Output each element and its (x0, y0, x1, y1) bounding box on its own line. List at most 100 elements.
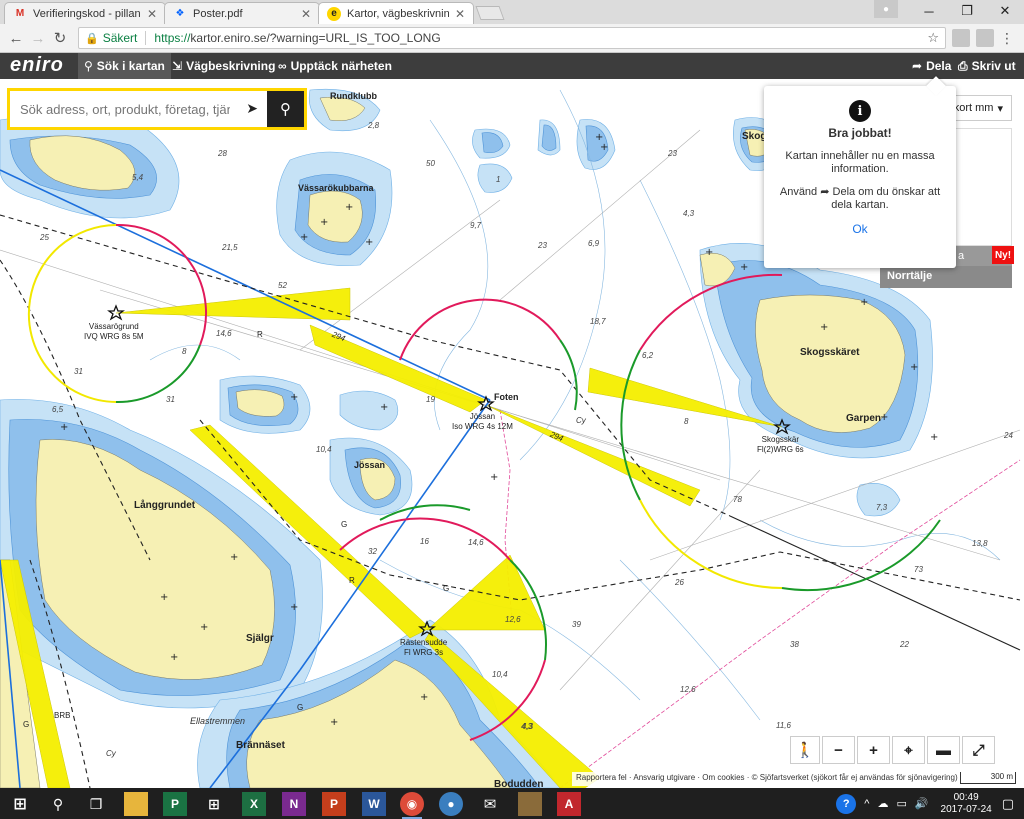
search-input[interactable] (20, 101, 230, 117)
close-icon[interactable]: ✕ (455, 7, 465, 21)
place-label[interactable]: Skog (742, 131, 766, 142)
help-icon[interactable]: ? (836, 793, 857, 814)
tab-gmail[interactable]: M Verifieringskod - pillan25 ✕ (4, 2, 166, 24)
search-button[interactable]: ⚲ (267, 91, 304, 127)
word-icon[interactable]: W (362, 792, 386, 816)
url-text: kartor.eniro.se/?warning=URL_IS_TOO_LONG (190, 31, 441, 45)
fullscreen-button[interactable]: ⤢ (962, 736, 995, 764)
onenote-icon[interactable]: N (282, 792, 306, 816)
buoy-label[interactable]: G (341, 520, 347, 529)
buoy-label[interactable]: R (257, 330, 263, 339)
ok-button[interactable]: Ok (764, 222, 956, 236)
depth-label: 11,6 (776, 721, 791, 730)
buoy-label[interactable]: Cy (106, 749, 116, 758)
maximize-icon[interactable]: ❐ (948, 0, 986, 22)
publisher-icon[interactable]: P (163, 792, 187, 816)
acrobat-icon[interactable]: A (557, 792, 581, 816)
buoy-label[interactable]: R (349, 576, 355, 585)
cloud-icon[interactable]: ☁ (877, 797, 888, 810)
nav-vagbeskrivning[interactable]: ⇲ Vägbeskrivning (166, 53, 281, 79)
zoom-out-button[interactable]: − (822, 736, 855, 764)
buoy-label[interactable]: BRB (54, 711, 70, 720)
new-tab-button[interactable] (475, 6, 505, 20)
zoom-in-button[interactable]: + (857, 736, 890, 764)
place-label[interactable]: Garpen (846, 413, 881, 424)
notifications-icon[interactable]: ▢ (1002, 796, 1014, 812)
buoy-label[interactable]: G (443, 584, 449, 593)
buoy-label[interactable]: Cy (576, 416, 586, 425)
store-icon[interactable]: ⊞ (202, 792, 226, 816)
network-icon[interactable]: ▭ (896, 797, 906, 810)
map-type-label: kort mm (953, 102, 994, 114)
search-icon[interactable]: ⚲ (46, 792, 70, 816)
light-label[interactable]: Skogsskär Fl(2)WRG 6s (757, 435, 804, 455)
chrome-icon[interactable]: ◉ (400, 792, 424, 819)
route-icon: ⇲ (172, 59, 183, 73)
forward-icon[interactable]: → (28, 28, 48, 48)
tab-poster-pdf[interactable]: ❖ Poster.pdf ✕ (164, 2, 320, 24)
back-icon[interactable]: ← (6, 28, 26, 48)
light-label[interactable]: Jössan Iso WRG 4s 12M (452, 412, 513, 432)
extension-icon[interactable] (976, 29, 994, 47)
svg-text:+: + (820, 322, 828, 333)
minimize-icon[interactable]: ─ (910, 0, 948, 22)
print-button[interactable]: ⎙ Skriv ut (952, 53, 1022, 79)
profile-icon[interactable]: ● (874, 0, 898, 18)
close-icon[interactable]: ✕ (301, 7, 311, 21)
file-explorer-icon[interactable] (124, 792, 148, 816)
mail-icon[interactable]: ✉ (478, 792, 502, 816)
popover-suffix: Dela om du önskar att dela kartan. (831, 186, 941, 211)
pedestrian-icon[interactable]: 🚶 (790, 736, 820, 764)
windows-start-icon[interactable]: ⊞ (8, 792, 32, 816)
browser-menu-icon[interactable]: ⋮ (1000, 30, 1014, 47)
nav-sok-i-kartan[interactable]: ⚲ Sök i kartan (78, 53, 171, 79)
chevron-up-icon[interactable]: ^ (864, 798, 869, 810)
bookmark-star-icon[interactable]: ☆ (927, 30, 939, 46)
windows-taskbar: ⊞ ⚲ ❐ P ⊞ X N P W ◉ ● ✉ A ? ^ ☁ ▭ 🔊 00:4… (0, 788, 1024, 819)
eniro-logo[interactable]: eniro (10, 54, 64, 77)
buoy-label[interactable]: G (297, 703, 303, 712)
place-label[interactable]: Skogsskäret (800, 347, 859, 358)
map-attribution[interactable]: Rapportera fel · Ansvarig utgivare · Om … (572, 772, 962, 786)
navigation-arrow-icon[interactable]: ➤ (246, 100, 258, 117)
light-label[interactable]: Vässarögrund IVQ WRG 8s 5M (84, 322, 144, 342)
tab-eniro-kartor[interactable]: e Kartor, vägbeskrivningar ✕ (318, 2, 474, 24)
light-label[interactable]: Rästensudde Fl WRG 3s (400, 638, 447, 658)
place-label[interactable]: Ellastremmen (190, 716, 245, 726)
place-label[interactable]: Foten (494, 392, 519, 402)
depth-label: 4,3 (683, 209, 695, 218)
eniro-header: eniro ⚲ Sök i kartan ⇲ Vägbeskrivning ∞ … (0, 53, 1024, 79)
depth-label: 2,8 (368, 121, 380, 130)
nav-upptack-narheten[interactable]: ∞ Upptäck närheten (272, 53, 398, 79)
window-controls: ● ─ ❐ ✕ (874, 0, 1024, 24)
place-label[interactable]: Brännäset (236, 740, 285, 751)
address-bar[interactable]: 🔒 Säkert https:// kartor.eniro.se/?warni… (78, 27, 946, 49)
layer-item-norrtalje[interactable]: Norrtälje (880, 266, 1012, 288)
extension-icon[interactable] (952, 29, 970, 47)
buoy-label[interactable]: G (23, 720, 29, 729)
place-label[interactable]: Vässarökubbarna (298, 183, 374, 193)
browser-icon[interactable]: ● (439, 792, 463, 816)
place-label[interactable]: Långgrundet (134, 500, 195, 511)
powerpoint-icon[interactable]: P (322, 792, 346, 816)
reload-icon[interactable]: ↻ (50, 28, 70, 48)
share-arrow-icon: ➦ (820, 186, 830, 198)
close-icon[interactable]: ✕ (147, 7, 157, 21)
light-name: Skogsskär (761, 435, 800, 444)
place-label[interactable]: Bodudden (494, 779, 543, 788)
clock[interactable]: 00:49 2017-07-24 (941, 792, 992, 816)
task-view-icon[interactable]: ❐ (84, 792, 108, 816)
close-window-icon[interactable]: ✕ (986, 0, 1024, 22)
excel-icon[interactable]: X (242, 792, 266, 816)
light-desc: Fl WRG 3s (404, 648, 444, 657)
locate-me-button[interactable]: ⌖ (892, 736, 925, 764)
map-search-box: ➤ ⚲ (7, 88, 307, 130)
volume-icon[interactable]: 🔊 (915, 797, 929, 810)
ruler-button[interactable]: ▬ (927, 736, 960, 764)
depth-label: 18,7 (590, 317, 606, 326)
place-label[interactable]: Rundklubb (330, 91, 377, 101)
place-label[interactable]: Själgr (246, 633, 274, 644)
photos-icon[interactable] (518, 792, 542, 816)
share-button[interactable]: ➦ Dela (906, 53, 957, 79)
place-label[interactable]: Jössan (354, 460, 385, 470)
